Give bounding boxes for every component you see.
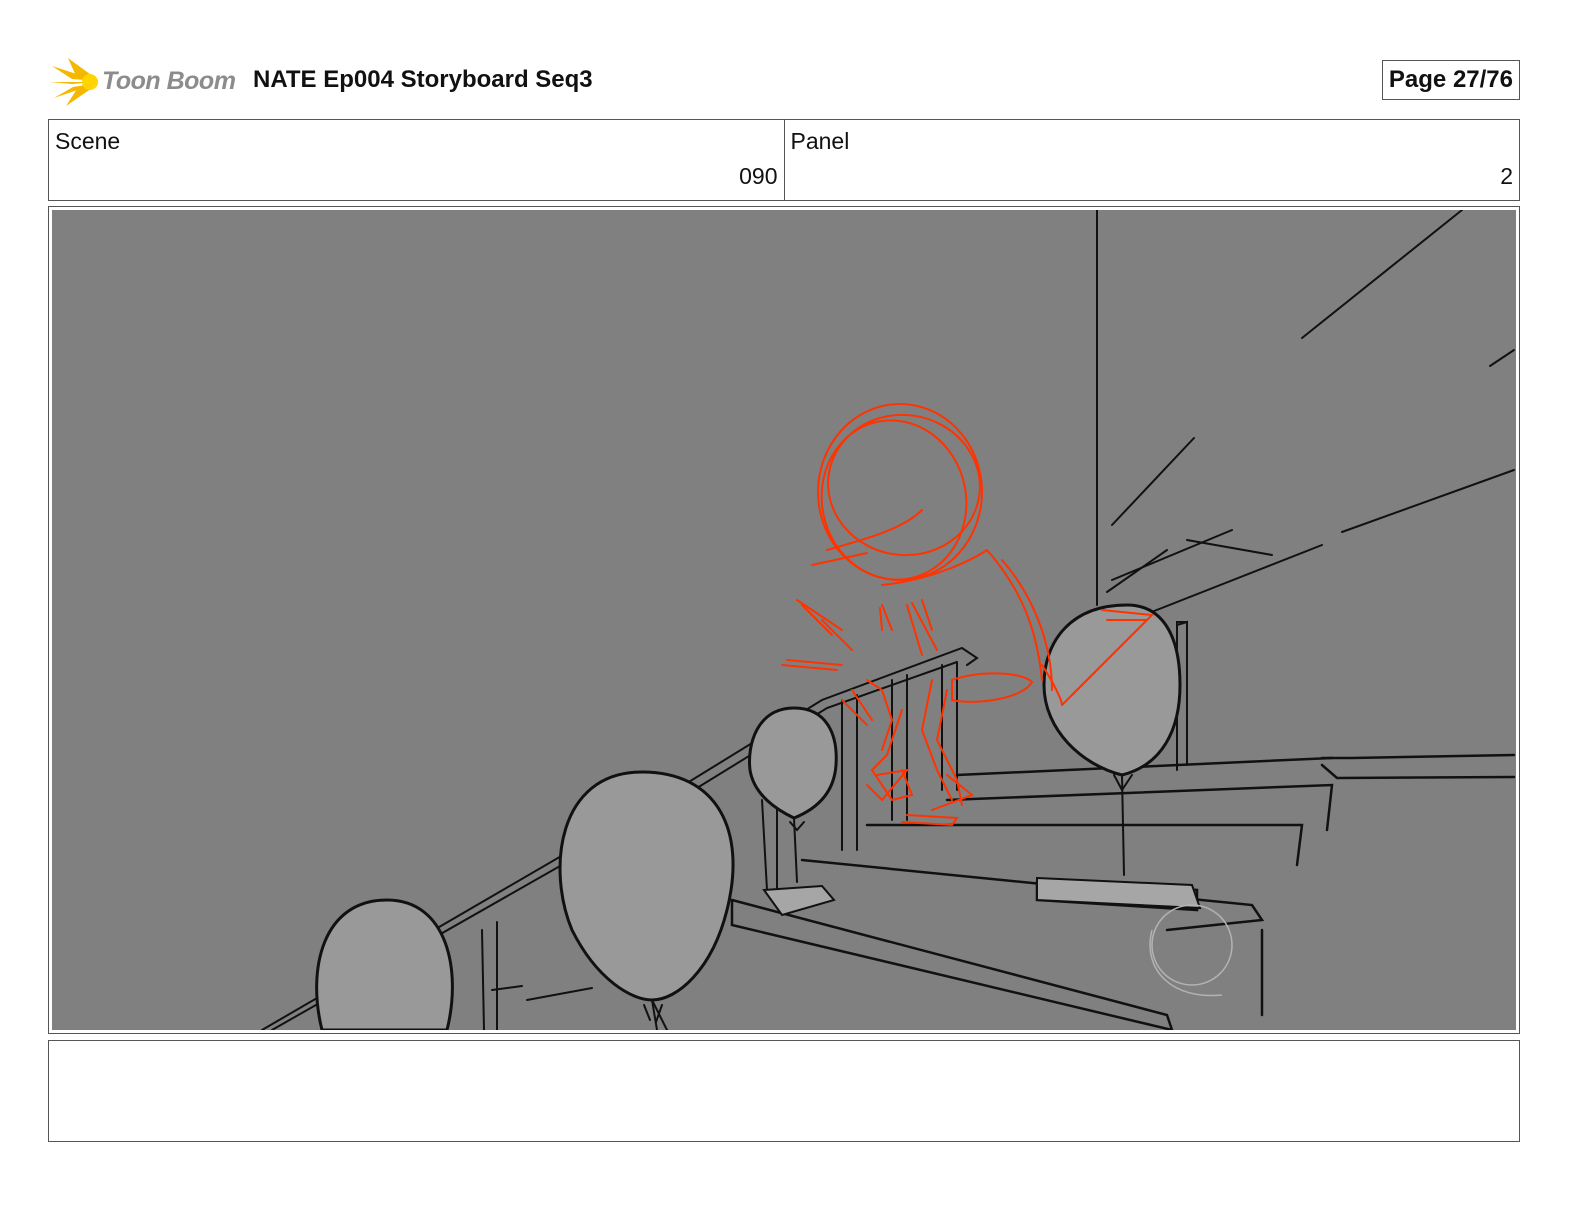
scene-cell: Scene 090 <box>49 120 784 200</box>
page-indicator: Page 27/76 <box>1381 60 1520 100</box>
scene-label: Scene <box>55 128 121 154</box>
page-header: Toon Boom NATE Ep004 Storyboard Seq3 Pag… <box>48 52 1520 110</box>
sketch-canvas <box>52 210 1516 1030</box>
panel-label: Panel <box>790 128 850 154</box>
staircase-balloons-sketch <box>52 210 1516 1030</box>
storyboard-frame <box>48 206 1520 1034</box>
scene-panel-info: Scene 090 Panel 2 <box>48 119 1520 201</box>
notes-box <box>48 1040 1520 1142</box>
document-title: NATE Ep004 Storyboard Seq3 <box>253 66 593 93</box>
panel-number: 2 <box>1500 163 1513 189</box>
logo-wordmark: Toon Boom <box>102 66 236 95</box>
toon-boom-logo: Toon Boom <box>48 54 243 108</box>
starburst-icon <box>50 58 98 106</box>
scene-number: 090 <box>739 163 778 189</box>
panel-cell: Panel 2 <box>783 120 1520 200</box>
page-number-label: Page 27/76 <box>1388 66 1513 93</box>
balloon-left <box>315 898 454 1030</box>
